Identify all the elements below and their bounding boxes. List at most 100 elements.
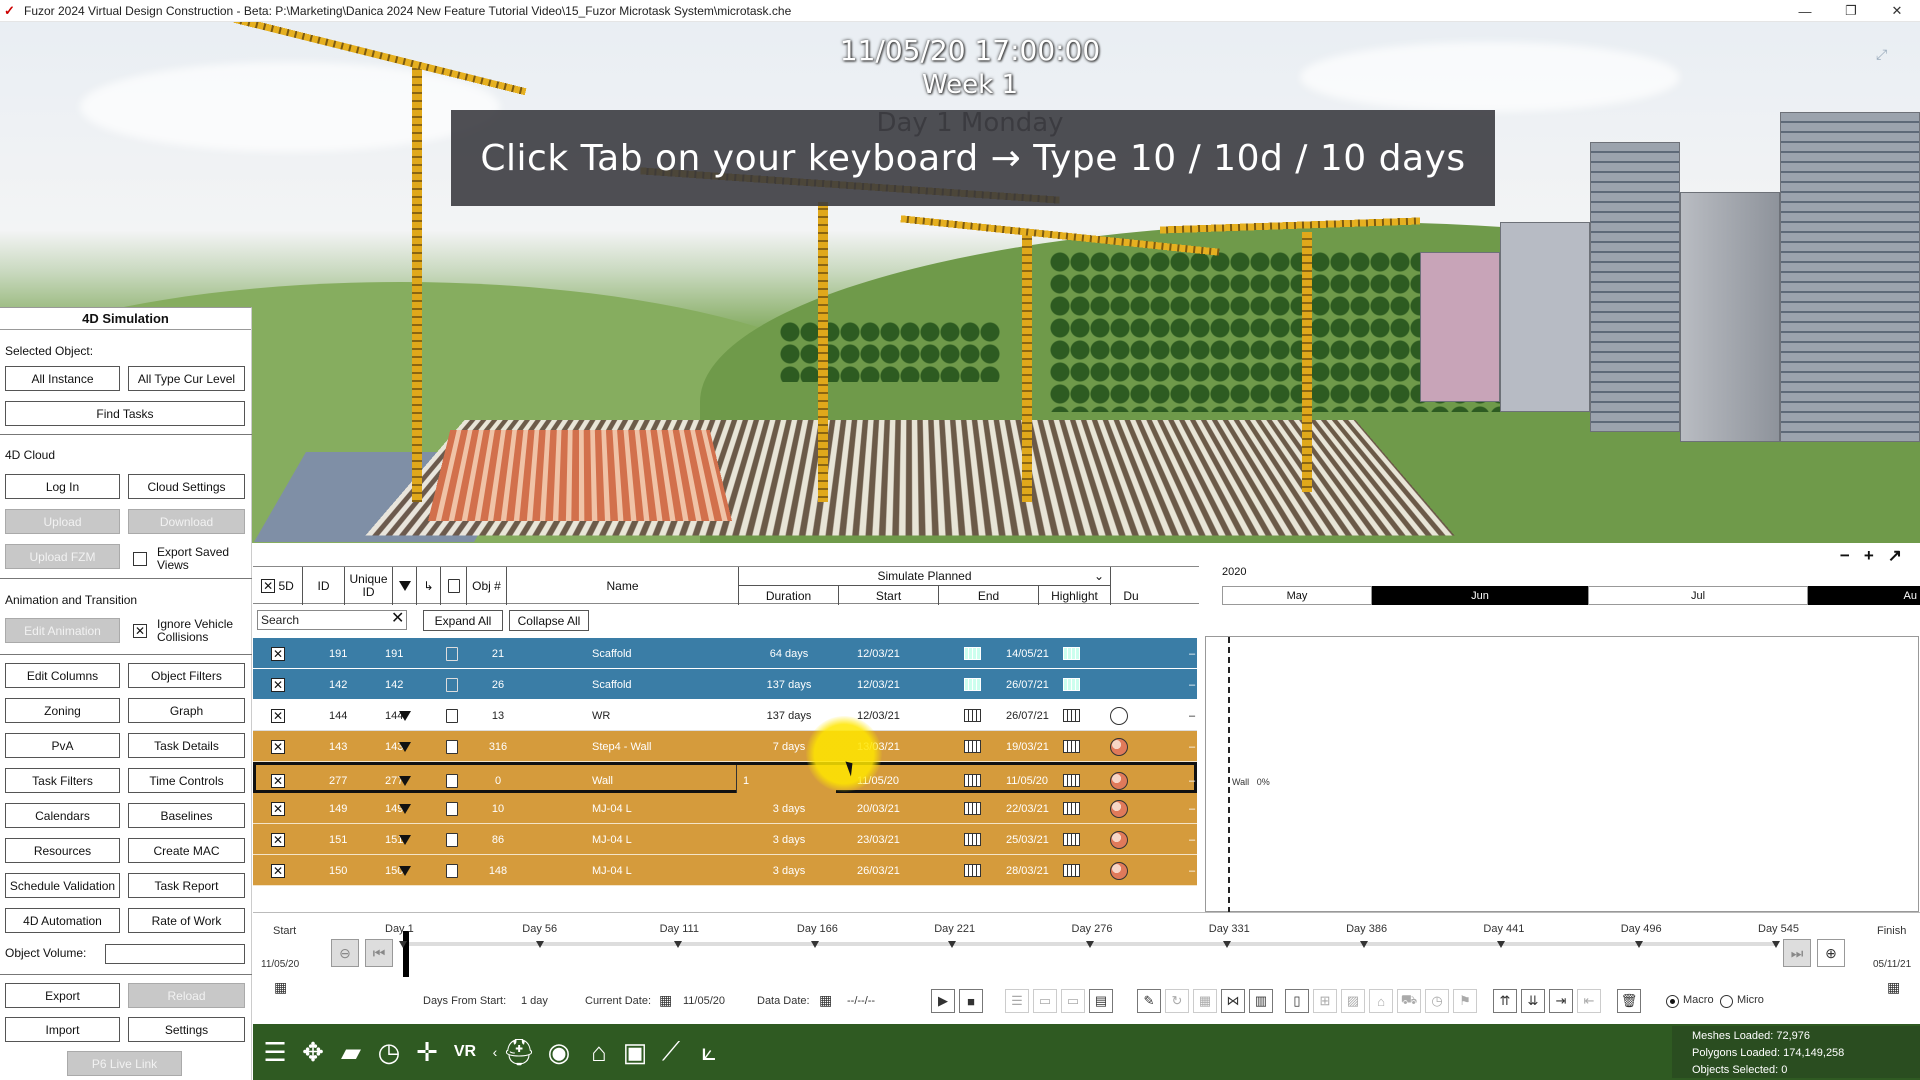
row-start-calendar-icon[interactable]: [964, 864, 981, 877]
3d-viewport[interactable]: 11/05/20 17:00:00 Week 1 Day 1 Monday Cl…: [0, 22, 1920, 543]
col-highlight[interactable]: Highlight: [1039, 586, 1111, 605]
sort-down-icon[interactable]: ⇊: [1521, 989, 1545, 1013]
col-start[interactable]: Start: [839, 586, 939, 605]
row-end[interactable]: 19/03/21: [1006, 731, 1049, 762]
task-filters-button[interactable]: Task Filters: [5, 768, 120, 793]
resources-button[interactable]: Resources: [5, 838, 120, 863]
row-end[interactable]: 26/07/21: [1006, 700, 1049, 731]
current-date-calendar-icon[interactable]: ▦: [659, 992, 672, 1009]
row-more-icon[interactable]: –: [1189, 669, 1195, 700]
row-name[interactable]: MJ-04 L: [592, 793, 632, 824]
row-start[interactable]: 11/05/20: [857, 765, 899, 796]
collapse-all-button[interactable]: Collapse All: [509, 610, 589, 631]
viewport-expand-icon[interactable]: ⤢: [1876, 46, 1892, 62]
rate-of-work-button[interactable]: Rate of Work: [128, 908, 245, 933]
row-end[interactable]: 22/03/21: [1006, 793, 1049, 824]
split-icon[interactable]: ⋈: [1221, 989, 1245, 1013]
bar-icon[interactable]: ▭: [1033, 989, 1057, 1013]
row-highlight-palette-icon[interactable]: [1110, 737, 1128, 756]
timeline-first-icon[interactable]: ⏮: [365, 939, 393, 967]
menu-list-icon[interactable]: ☰: [259, 1036, 291, 1068]
all-type-cur-level-button[interactable]: All Type Cur Level: [128, 366, 245, 391]
table-row[interactable]: ✕ 149 149 10 MJ-04 L3 days 20/03/21 22/03/21–: [253, 793, 1197, 824]
row-end[interactable]: 14/05/21: [1006, 638, 1049, 669]
col-duration[interactable]: Duration: [739, 586, 839, 605]
row-start-calendar-icon[interactable]: [964, 740, 981, 753]
minimize-button[interactable]: —: [1782, 0, 1828, 22]
all-instance-button[interactable]: All Instance: [5, 366, 120, 391]
row-5d-checkbox[interactable]: ✕: [271, 773, 285, 788]
row-start-calendar-icon[interactable]: [964, 802, 981, 815]
columns-icon[interactable]: ▥: [1249, 989, 1273, 1013]
import-button[interactable]: Import: [5, 1017, 120, 1042]
row-filter-icon[interactable]: [399, 834, 411, 845]
graph-button[interactable]: Graph: [128, 698, 245, 723]
row-5d-checkbox[interactable]: ✕: [271, 708, 285, 723]
row-end-calendar-icon[interactable]: [1063, 740, 1080, 753]
edit-animation-button[interactable]: Edit Animation: [5, 618, 120, 643]
cloud-settings-button[interactable]: Cloud Settings: [128, 474, 245, 499]
reload-button[interactable]: Reload: [128, 983, 245, 1008]
table-row[interactable]: ✕ 151 151 86 MJ-04 L3 days 23/03/21 25/03/21–: [253, 824, 1197, 855]
row-filter-icon[interactable]: [399, 775, 411, 786]
col-unique-id[interactable]: Unique ID: [345, 567, 393, 605]
row-name[interactable]: Scaffold: [592, 669, 632, 700]
log-in-button[interactable]: Log In: [5, 474, 120, 499]
export-button[interactable]: Export: [5, 983, 120, 1008]
stop-icon[interactable]: ■: [959, 989, 983, 1013]
row-end-calendar-icon[interactable]: [1063, 833, 1080, 846]
table-row[interactable]: ✕ 150 150 148 MJ-04 L3 days 26/03/21 28/03/21–: [253, 855, 1197, 886]
schedule-validation-button[interactable]: Schedule Validation: [5, 873, 120, 898]
col-du[interactable]: Du: [1111, 586, 1151, 605]
row-duration[interactable]: 64 days: [739, 638, 839, 669]
row-start-calendar-icon[interactable]: [964, 833, 981, 846]
task-report-button[interactable]: Task Report: [128, 873, 245, 898]
path-icon[interactable]: ⟀: [693, 1036, 725, 1068]
clear-search-icon[interactable]: ✕: [391, 611, 404, 627]
baselines-button[interactable]: Baselines: [128, 803, 245, 828]
truck-icon[interactable]: ⛟: [1397, 989, 1421, 1013]
row-start[interactable]: 12/03/21: [857, 638, 900, 669]
crop-icon[interactable]: ⊞: [1313, 989, 1337, 1013]
document-icon[interactable]: ▯: [1285, 989, 1309, 1013]
micro-radio[interactable]: [1720, 995, 1733, 1008]
search-input[interactable]: Search: [257, 610, 407, 630]
flag-icon[interactable]: ⚑: [1453, 989, 1477, 1013]
gantt-zoom-out-icon[interactable]: −: [1840, 546, 1850, 566]
macro-radio[interactable]: [1666, 995, 1679, 1008]
row-highlight-palette-icon[interactable]: [1110, 771, 1128, 790]
row-duration[interactable]: 7 days: [739, 731, 839, 762]
row-5d-checkbox[interactable]: ✕: [271, 801, 285, 816]
navigate-icon[interactable]: ✥: [297, 1036, 329, 1068]
col-filter[interactable]: [393, 567, 417, 605]
calendars-button[interactable]: Calendars: [5, 803, 120, 828]
time-controls-button[interactable]: Time Controls: [128, 768, 245, 793]
create-mac-button[interactable]: Create MAC: [128, 838, 245, 863]
row-highlight-palette-icon[interactable]: [1110, 861, 1128, 880]
row-start[interactable]: 26/03/21: [857, 855, 900, 886]
row-5d-checkbox[interactable]: ✕: [271, 832, 285, 847]
timeline-last-icon[interactable]: ⏭: [1783, 939, 1811, 967]
upload-button[interactable]: Upload: [5, 509, 120, 534]
export-saved-views-checkbox[interactable]: [133, 552, 147, 566]
edit-palette-icon[interactable]: ✎: [1137, 989, 1161, 1013]
indent-icon[interactable]: ⇥: [1549, 989, 1573, 1013]
timeline-zoom-out-icon[interactable]: ⊖: [331, 939, 359, 967]
row-name[interactable]: MJ-04 L: [592, 824, 632, 855]
row-name[interactable]: Scaffold: [592, 638, 632, 669]
sort-up-icon[interactable]: ⇈: [1493, 989, 1517, 1013]
edit-columns-button[interactable]: Edit Columns: [5, 663, 120, 688]
delete-icon[interactable]: 🗑: [1617, 989, 1641, 1013]
row-end[interactable]: 28/03/21: [1006, 855, 1049, 886]
close-button[interactable]: ✕: [1874, 0, 1920, 22]
row-more-icon[interactable]: –: [1189, 638, 1195, 669]
row-end[interactable]: 11/05/20: [1006, 765, 1048, 796]
row-end[interactable]: 25/03/21: [1006, 824, 1049, 855]
vr-icon[interactable]: VR: [449, 1036, 481, 1068]
table-row[interactable]: ✕ 143 143 316 Step4 - Wall 7 days 13/03/21 19/0…: [253, 731, 1197, 762]
row-highlight-palette-icon[interactable]: [1110, 706, 1128, 725]
row-name[interactable]: MJ-04 L: [592, 855, 632, 886]
download-button[interactable]: Download: [128, 509, 245, 534]
duration-input[interactable]: 1: [736, 765, 836, 796]
row-end-calendar-icon[interactable]: [1063, 647, 1080, 660]
